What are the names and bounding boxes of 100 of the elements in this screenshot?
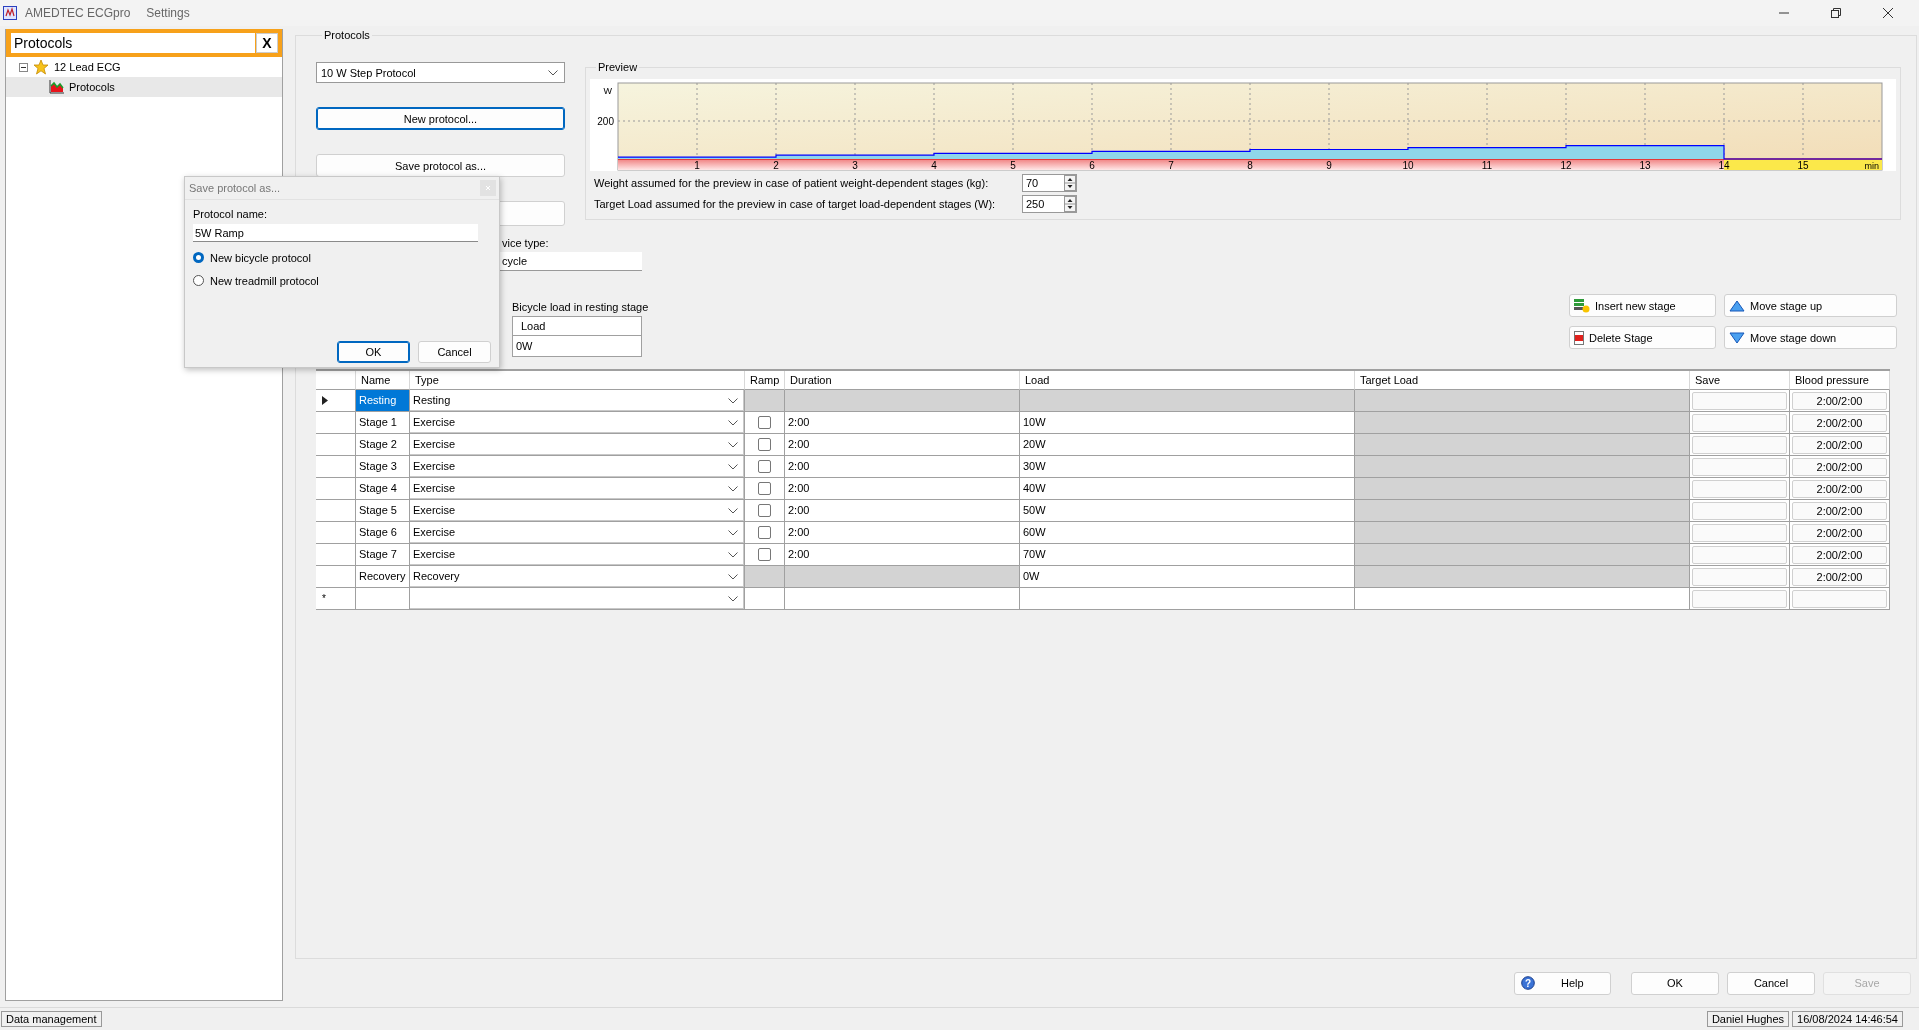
name-cell[interactable]: Stage 4 bbox=[356, 478, 410, 500]
type-dropdown[interactable]: Exercise bbox=[410, 412, 745, 434]
collapse-icon[interactable] bbox=[19, 62, 28, 72]
delete-stage-button[interactable]: Delete Stage bbox=[1569, 326, 1716, 349]
spin-arrows-icon[interactable] bbox=[1064, 175, 1076, 191]
duration-cell[interactable] bbox=[785, 390, 1020, 412]
type-dropdown[interactable]: Resting bbox=[410, 390, 745, 412]
up-stage-button[interactable]: Move stage up bbox=[1724, 294, 1897, 317]
blood-pressure-button[interactable]: 2:00/2:00 bbox=[1792, 458, 1887, 476]
restore-icon[interactable] bbox=[1831, 8, 1841, 18]
row-header[interactable]: * bbox=[316, 588, 356, 610]
insert-stage-button[interactable]: Insert new stage bbox=[1569, 294, 1716, 317]
target-load-cell[interactable] bbox=[1355, 456, 1690, 478]
type-dropdown[interactable]: Exercise bbox=[410, 500, 745, 522]
target-load-cell[interactable] bbox=[1355, 412, 1690, 434]
type-dropdown[interactable]: Exercise bbox=[410, 544, 745, 566]
clear-search-button[interactable]: X bbox=[256, 33, 278, 53]
ok-button[interactable]: OK bbox=[337, 341, 410, 363]
cancel-button[interactable]: Cancel bbox=[1727, 971, 1815, 995]
load-cell[interactable]: 10W bbox=[1020, 412, 1355, 434]
load-cell[interactable]: 70W bbox=[1020, 544, 1355, 566]
load-cell[interactable]: 40W bbox=[1020, 478, 1355, 500]
spin-arrows-icon[interactable] bbox=[1064, 196, 1076, 212]
ramp-checkbox[interactable] bbox=[758, 460, 771, 473]
save-cell[interactable] bbox=[1692, 590, 1787, 608]
row-header[interactable] bbox=[316, 390, 356, 412]
search-field[interactable]: Protocols bbox=[11, 33, 255, 53]
blood-pressure-button[interactable]: 2:00/2:00 bbox=[1792, 392, 1887, 410]
new-protocol-button[interactable]: New protocol... bbox=[316, 107, 565, 130]
radio-button[interactable] bbox=[193, 275, 204, 286]
load-cell[interactable]: 0W bbox=[1020, 566, 1355, 588]
radio-label[interactable]: New treadmill protocol bbox=[210, 274, 319, 287]
type-dropdown[interactable]: Exercise bbox=[410, 522, 745, 544]
save-cell[interactable] bbox=[1692, 546, 1787, 564]
load-cell[interactable]: 30W bbox=[1020, 456, 1355, 478]
help-button[interactable]: ? Help bbox=[1514, 971, 1611, 995]
target-load-cell[interactable] bbox=[1355, 566, 1690, 588]
ramp-checkbox[interactable] bbox=[758, 482, 771, 495]
weight-spinner[interactable]: 70 bbox=[1022, 174, 1077, 192]
duration-cell[interactable]: 2:00 bbox=[785, 456, 1020, 478]
type-dropdown[interactable]: Exercise bbox=[410, 478, 745, 500]
name-cell[interactable]: Stage 7 bbox=[356, 544, 410, 566]
save-cell[interactable] bbox=[1692, 480, 1787, 498]
ramp-checkbox[interactable] bbox=[758, 438, 771, 451]
radio-label[interactable]: New bicycle protocol bbox=[210, 251, 311, 264]
duration-cell[interactable]: 2:00 bbox=[785, 478, 1020, 500]
blood-pressure-cell[interactable] bbox=[1792, 590, 1887, 608]
name-cell[interactable]: Recovery bbox=[356, 566, 410, 588]
blood-pressure-button[interactable]: 2:00/2:00 bbox=[1792, 414, 1887, 432]
type-dropdown[interactable]: Exercise bbox=[410, 434, 745, 456]
type-dropdown[interactable]: Recovery bbox=[410, 566, 745, 588]
protocol-name-field[interactable]: 5W Ramp bbox=[193, 224, 478, 242]
down-stage-button[interactable]: Move stage down bbox=[1724, 326, 1897, 349]
save-cell[interactable] bbox=[1692, 568, 1787, 586]
save-cell[interactable] bbox=[1692, 392, 1787, 410]
ramp-checkbox[interactable] bbox=[758, 416, 771, 429]
duration-cell[interactable]: 2:00 bbox=[785, 500, 1020, 522]
name-cell[interactable]: Stage 1 bbox=[356, 412, 410, 434]
duration-cell[interactable] bbox=[785, 566, 1020, 588]
duration-cell[interactable] bbox=[785, 588, 1020, 610]
protocol-dropdown[interactable]: 10 W Step Protocol bbox=[316, 62, 565, 83]
name-cell[interactable]: Stage 5 bbox=[356, 500, 410, 522]
ramp-checkbox[interactable] bbox=[758, 504, 771, 517]
name-cell[interactable]: Stage 3 bbox=[356, 456, 410, 478]
tree-item[interactable]: Protocols bbox=[6, 77, 282, 97]
duration-cell[interactable]: 2:00 bbox=[785, 544, 1020, 566]
blood-pressure-button[interactable]: 2:00/2:00 bbox=[1792, 568, 1887, 586]
target-load-cell[interactable] bbox=[1355, 478, 1690, 500]
tree-item[interactable]: 12 Lead ECG bbox=[6, 57, 282, 77]
target-load-cell[interactable] bbox=[1355, 434, 1690, 456]
load-cell[interactable] bbox=[1020, 390, 1355, 412]
load-cell[interactable] bbox=[1020, 588, 1355, 610]
device-type-field[interactable]: cycle bbox=[499, 252, 642, 271]
blood-pressure-button[interactable]: 2:00/2:00 bbox=[1792, 480, 1887, 498]
cancel-button[interactable]: Cancel bbox=[418, 341, 491, 363]
type-dropdown[interactable] bbox=[410, 588, 745, 610]
blood-pressure-button[interactable]: 2:00/2:00 bbox=[1792, 546, 1887, 564]
target-load-cell[interactable] bbox=[1355, 588, 1690, 610]
ramp-checkbox[interactable] bbox=[758, 548, 771, 561]
target-load-cell[interactable] bbox=[1355, 522, 1690, 544]
duration-cell[interactable]: 2:00 bbox=[785, 522, 1020, 544]
blood-pressure-button[interactable]: 2:00/2:00 bbox=[1792, 524, 1887, 542]
name-cell[interactable]: Stage 6 bbox=[356, 522, 410, 544]
target-load-cell[interactable] bbox=[1355, 390, 1690, 412]
resting-load-cell[interactable]: 0W bbox=[513, 336, 641, 356]
save-cell[interactable] bbox=[1692, 414, 1787, 432]
status-panel[interactable]: Data management bbox=[1, 1011, 102, 1027]
ok-button[interactable]: OK bbox=[1631, 971, 1719, 995]
target-load-cell[interactable] bbox=[1355, 544, 1690, 566]
save-cell[interactable] bbox=[1692, 458, 1787, 476]
save-cell[interactable] bbox=[1692, 436, 1787, 454]
load-cell[interactable]: 50W bbox=[1020, 500, 1355, 522]
load-cell[interactable]: 20W bbox=[1020, 434, 1355, 456]
blood-pressure-button[interactable]: 2:00/2:00 bbox=[1792, 502, 1887, 520]
target-load-spinner[interactable]: 250 bbox=[1022, 195, 1077, 213]
close-icon[interactable] bbox=[1883, 8, 1893, 18]
ramp-checkbox[interactable] bbox=[758, 526, 771, 539]
type-dropdown[interactable]: Exercise bbox=[410, 456, 745, 478]
target-load-cell[interactable] bbox=[1355, 500, 1690, 522]
save-cell[interactable] bbox=[1692, 524, 1787, 542]
